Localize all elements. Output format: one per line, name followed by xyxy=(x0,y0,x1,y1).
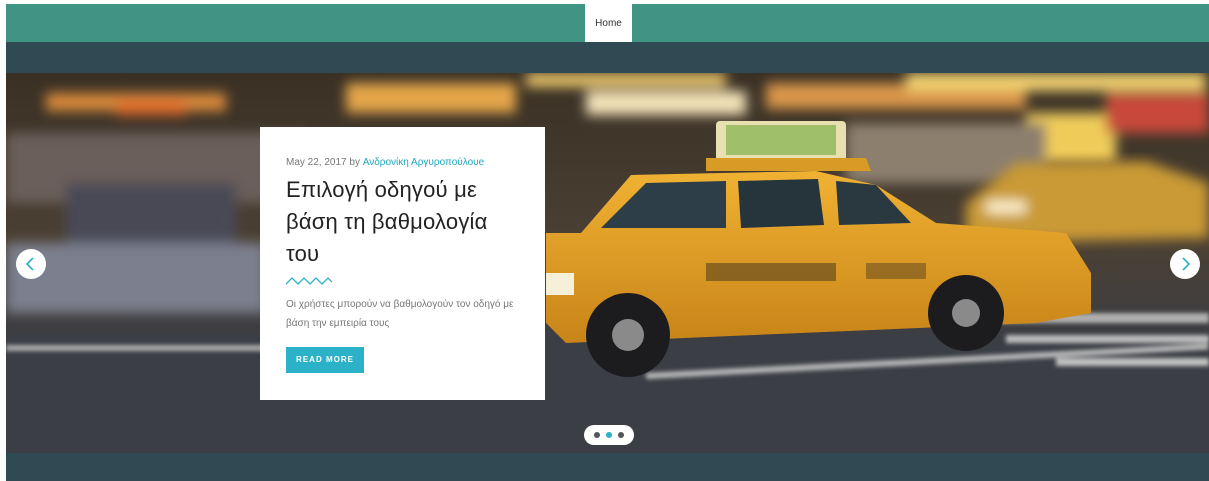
taxi-street-photo xyxy=(6,73,1209,453)
nav-home-link[interactable]: Home xyxy=(585,4,632,42)
hero-slider: May 22, 2017 by Ανδρονίκη Αργυροπούλουe … xyxy=(6,73,1209,453)
slider-pagination xyxy=(584,425,634,445)
post-card: May 22, 2017 by Ανδρονίκη Αργυροπούλουe … xyxy=(260,127,545,400)
slider-dot-active[interactable] xyxy=(606,432,612,438)
chevron-left-icon xyxy=(25,257,34,271)
wave-divider-icon xyxy=(286,277,332,285)
prev-slide-button[interactable] xyxy=(16,249,46,279)
post-date: May 22, 2017 xyxy=(286,157,347,168)
top-nav: Home xyxy=(6,4,1209,42)
post-author-link[interactable]: Ανδρονίκη Αργυροπούλουe xyxy=(363,157,484,168)
post-title[interactable]: Επιλογή οδηγού με βάση τη βαθμολογία του xyxy=(286,174,519,270)
slider-dot[interactable] xyxy=(594,432,600,438)
post-excerpt: Οι χρήστες μπορούν να βαθμολογούν τον οδ… xyxy=(286,299,514,329)
post-meta: May 22, 2017 by Ανδρονίκη Αργυροπούλουe xyxy=(286,157,519,169)
page-frame: Home May 22, 2017 by Ανδρονίκη Αργυροπού… xyxy=(6,4,1209,481)
post-by: by xyxy=(349,157,360,168)
next-slide-button[interactable] xyxy=(1170,249,1200,279)
slider-dot[interactable] xyxy=(618,432,624,438)
nav-band xyxy=(6,42,1209,73)
bottom-band xyxy=(6,453,1209,481)
read-more-button[interactable]: READ MORE xyxy=(286,347,364,373)
chevron-right-icon xyxy=(1182,257,1191,271)
